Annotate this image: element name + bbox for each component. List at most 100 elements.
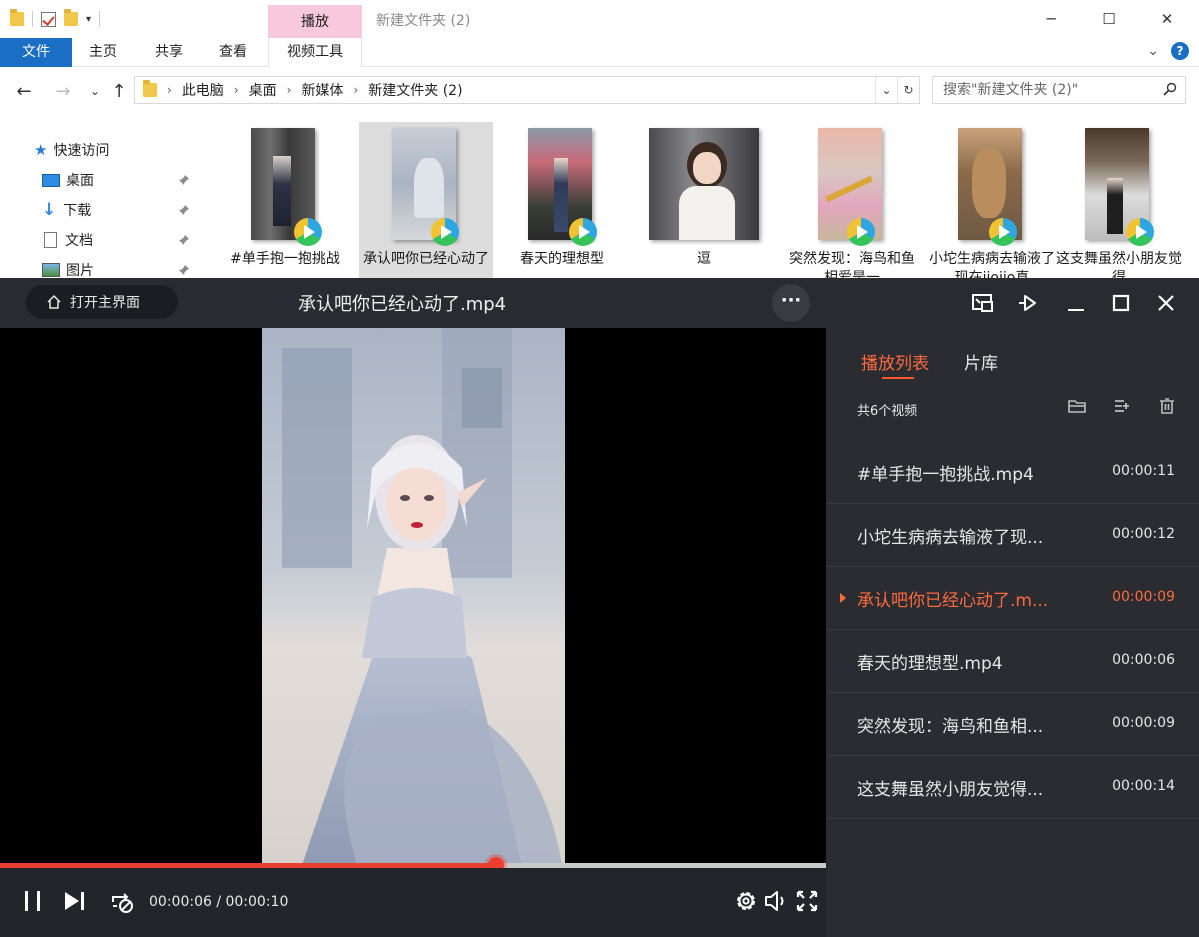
video-display[interactable] <box>0 328 826 865</box>
minimize-icon[interactable]: ─ <box>1040 8 1062 30</box>
pin-icon[interactable] <box>178 174 190 186</box>
breadcrumb-item[interactable]: 此电脑 <box>182 80 224 100</box>
file-tile[interactable]: 小坨生病病去输液了现在jiojio真 <box>925 122 1059 286</box>
forward-arrow-icon[interactable]: → <box>52 81 74 102</box>
help-icon[interactable]: ? <box>1171 42 1189 60</box>
active-tab-underline <box>882 377 914 379</box>
search-box[interactable]: 搜索"新建文件夹 (2)" <box>932 76 1186 104</box>
breadcrumb-item[interactable]: 新媒体 <box>301 80 343 100</box>
add-to-list-icon[interactable] <box>1113 397 1131 415</box>
file-tile[interactable]: 春天的理想型 <box>495 122 629 282</box>
playlist-item-duration: 00:00:06 <box>1112 652 1175 668</box>
tab-video-tools[interactable]: 视频工具 <box>268 38 362 67</box>
playlist-panel: 播放列表 片库 共6个视频 #单手抱一抱挑战.mp4 00:00:11 小坨生病… <box>826 328 1199 937</box>
playlist-item[interactable]: #单手抱一抱挑战.mp4 00:00:11 <box>826 441 1199 504</box>
tab-share[interactable]: 共享 <box>146 38 192 67</box>
video-player-badge-icon <box>294 218 322 246</box>
loop-off-icon[interactable] <box>109 888 135 914</box>
playlist-item[interactable]: 突然发现：海鸟和鱼相... 00:00:09 <box>826 693 1199 756</box>
address-bar[interactable]: › 此电脑 › 桌面 › 新媒体 › 新建文件夹 (2) ⌄ ↻ <box>134 76 920 104</box>
tab-home[interactable]: 主页 <box>80 38 126 67</box>
pin-on-top-icon[interactable] <box>1015 290 1041 316</box>
file-tile[interactable]: 突然发现：海鸟和鱼相爱是一 <box>785 122 919 286</box>
expand-ribbon-icon[interactable]: ⌄ <box>1147 43 1159 59</box>
chevron-right-icon[interactable]: › <box>353 83 358 97</box>
navigation-pane: ★ 快速访问 桌面 ↓ 下载 文档 图片 <box>0 112 200 279</box>
breadcrumb-item[interactable]: 新建文件夹 (2) <box>368 80 462 100</box>
download-arrow-icon: ↓ <box>42 200 57 220</box>
up-arrow-icon[interactable]: ↑ <box>108 81 130 102</box>
more-options-button[interactable]: ··· <box>772 284 810 322</box>
nav-item-documents[interactable]: 文档 <box>0 226 200 254</box>
folder-icon[interactable] <box>10 9 24 26</box>
address-dropdown-icon[interactable]: ⌄ <box>875 77 897 103</box>
playlist-item[interactable]: 承认吧你已经心动了.m... 00:00:09 <box>826 567 1199 630</box>
nav-quick-access[interactable]: ★ 快速访问 <box>0 136 200 164</box>
tab-view[interactable]: 查看 <box>210 38 256 67</box>
pin-icon[interactable] <box>178 264 190 276</box>
trash-icon[interactable] <box>1158 397 1176 415</box>
nav-label: 图片 <box>66 263 94 279</box>
close-icon[interactable]: ✕ <box>1156 8 1178 30</box>
nav-label: 文档 <box>65 233 93 249</box>
new-folder-icon[interactable] <box>64 9 78 26</box>
volume-icon[interactable] <box>763 888 789 914</box>
search-icon[interactable] <box>1163 82 1177 96</box>
pin-icon[interactable] <box>178 204 190 216</box>
properties-icon[interactable] <box>41 11 56 27</box>
folder-icon <box>143 80 157 97</box>
pin-icon[interactable] <box>178 234 190 246</box>
video-count: 共6个视频 <box>857 404 918 419</box>
mini-mode-icon[interactable] <box>970 290 996 316</box>
now-playing-arrow-icon <box>840 593 846 603</box>
player-title: 承认吧你已经心动了.mp4 <box>298 294 507 315</box>
file-name: #单手抱一抱挑战 <box>230 251 340 267</box>
playlist-item-name: 春天的理想型.mp4 <box>857 654 1003 674</box>
chevron-right-icon[interactable]: › <box>287 83 292 97</box>
file-tile[interactable]: #单手抱一抱挑战 <box>218 122 352 282</box>
nav-item-desktop[interactable]: 桌面 <box>0 166 200 194</box>
video-player-badge-icon <box>569 218 597 246</box>
settings-gear-icon[interactable] <box>733 888 759 914</box>
tab-playlist[interactable]: 播放列表 <box>861 349 929 374</box>
file-name: 承认吧你已经心动了 <box>363 251 489 267</box>
file-tile[interactable]: 这支舞虽然小朋友觉得 <box>1052 122 1186 286</box>
fullscreen-icon[interactable] <box>794 888 820 914</box>
file-tile-selected[interactable]: 承认吧你已经心动了 <box>359 122 493 282</box>
customize-dropdown-icon[interactable]: ▾ <box>86 14 91 25</box>
open-main-interface-button[interactable]: 打开主界面 <box>26 285 178 319</box>
playlist-item-name: 承认吧你已经心动了.m... <box>857 591 1049 611</box>
playlist-item-name: 小坨生病病去输液了现... <box>857 528 1044 548</box>
playlist-item-duration: 00:00:09 <box>1112 589 1175 605</box>
divider <box>99 11 101 27</box>
tab-library[interactable]: 片库 <box>964 349 998 374</box>
video-player-badge-icon <box>431 218 459 246</box>
nav-item-downloads[interactable]: ↓ 下载 <box>0 196 200 224</box>
playlist-item[interactable]: 这支舞虽然小朋友觉得... 00:00:14 <box>826 756 1199 819</box>
open-folder-icon[interactable] <box>1068 397 1086 415</box>
tab-file[interactable]: 文件 <box>0 38 72 67</box>
refresh-icon[interactable]: ↻ <box>897 77 919 103</box>
minimize-icon[interactable] <box>1063 290 1089 316</box>
maximize-icon[interactable]: ☐ <box>1098 8 1120 30</box>
close-icon[interactable] <box>1153 290 1179 316</box>
nav-label: 下载 <box>63 203 92 219</box>
breadcrumb-item[interactable]: 桌面 <box>249 80 277 100</box>
back-arrow-icon[interactable]: ← <box>13 81 35 102</box>
file-name: 逗 <box>697 251 711 267</box>
file-view: #单手抱一抱挑战 承认吧你已经心动了 春天的理想型 逗 突然发现：海鸟和鱼 小坨… <box>200 112 1199 286</box>
maximize-icon[interactable] <box>1108 290 1134 316</box>
playlist-item[interactable]: 小坨生病病去输液了现... 00:00:12 <box>826 504 1199 567</box>
desktop-icon <box>42 173 60 187</box>
context-tab-play[interactable]: 播放 <box>268 5 362 38</box>
playlist-item[interactable]: 春天的理想型.mp4 00:00:06 <box>826 630 1199 693</box>
chevron-right-icon[interactable]: › <box>234 83 239 97</box>
file-tile[interactable]: 逗 <box>637 122 771 282</box>
next-track-icon[interactable] <box>62 888 88 914</box>
video-player-badge-icon <box>1126 218 1154 246</box>
pause-icon[interactable] <box>20 888 46 914</box>
recent-locations-icon[interactable]: ⌄ <box>84 84 106 98</box>
playlist-item-duration: 00:00:14 <box>1112 778 1175 794</box>
chevron-right-icon[interactable]: › <box>167 83 172 97</box>
home-icon <box>47 294 61 309</box>
